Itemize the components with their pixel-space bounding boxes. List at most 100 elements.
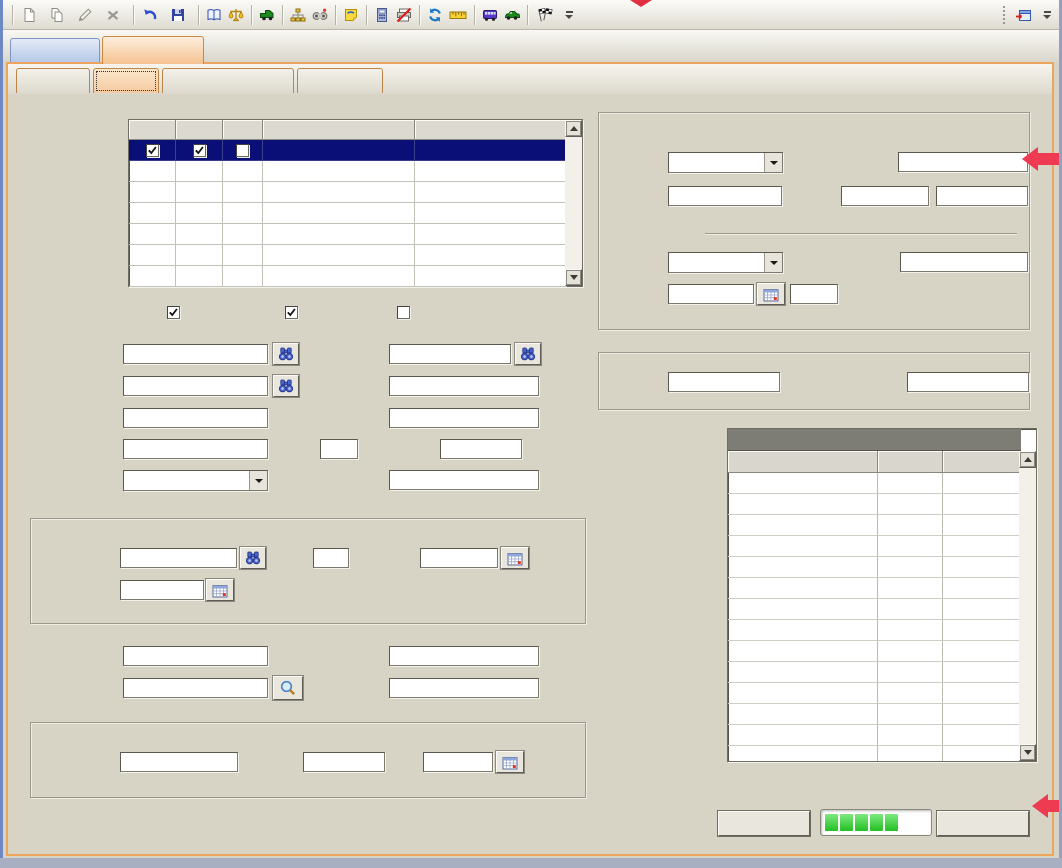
city-input[interactable] bbox=[123, 439, 268, 459]
insurance-exp-input[interactable] bbox=[423, 752, 493, 772]
state-input[interactable] bbox=[320, 439, 358, 459]
flight-amount-input[interactable] bbox=[790, 284, 838, 304]
col-last-name[interactable] bbox=[263, 120, 415, 140]
col-driver[interactable] bbox=[176, 120, 223, 140]
col-first-name[interactable] bbox=[415, 120, 567, 140]
find-last-name-button[interactable] bbox=[273, 375, 299, 397]
grid-row-empty[interactable] bbox=[129, 182, 582, 203]
find-vip-button[interactable] bbox=[515, 343, 541, 365]
employer-search-button[interactable] bbox=[273, 676, 303, 700]
col-rate[interactable] bbox=[878, 451, 943, 473]
chevron-down-icon[interactable] bbox=[764, 153, 782, 172]
driver-checkbox[interactable] bbox=[285, 306, 304, 319]
chevron-down-icon[interactable] bbox=[249, 471, 267, 490]
grid-row-empty[interactable] bbox=[129, 245, 582, 266]
promo-input[interactable] bbox=[668, 186, 782, 206]
tab-extensions[interactable] bbox=[297, 68, 383, 93]
email-input[interactable] bbox=[389, 470, 539, 490]
grid-scrollbar[interactable] bbox=[565, 120, 582, 286]
insurance-co-input[interactable] bbox=[120, 752, 238, 772]
cell-addl-checkbox[interactable] bbox=[223, 140, 263, 161]
home-phone-input[interactable] bbox=[123, 344, 268, 364]
edit-button[interactable] bbox=[73, 5, 101, 25]
undo-button[interactable] bbox=[138, 5, 166, 25]
insurance-exp-calendar-button[interactable] bbox=[496, 751, 524, 773]
ssn-input[interactable] bbox=[907, 372, 1029, 392]
address-input[interactable] bbox=[123, 408, 268, 428]
local-address-input[interactable] bbox=[123, 646, 268, 666]
grid-row-empty[interactable] bbox=[129, 266, 582, 287]
find-dl-button[interactable] bbox=[240, 547, 266, 569]
first-name-input[interactable] bbox=[389, 376, 539, 396]
copy-button[interactable] bbox=[45, 5, 73, 25]
tab-drivers[interactable] bbox=[93, 68, 159, 93]
scroll-up-button[interactable] bbox=[565, 120, 582, 137]
save-button[interactable] bbox=[166, 5, 194, 25]
col-renter[interactable] bbox=[129, 120, 176, 140]
scroll-down-button[interactable] bbox=[1019, 744, 1036, 761]
next-button[interactable] bbox=[937, 811, 1029, 836]
policy-input[interactable] bbox=[303, 752, 385, 772]
vip-input[interactable] bbox=[389, 344, 511, 364]
cell-renter-checkbox[interactable] bbox=[129, 140, 176, 161]
delete-button[interactable] bbox=[101, 5, 129, 25]
tab-charges-payments[interactable] bbox=[162, 68, 294, 93]
ruler-button[interactable] bbox=[446, 5, 470, 25]
last-name-input[interactable] bbox=[123, 376, 268, 396]
car-button[interactable] bbox=[501, 5, 523, 25]
truck-button[interactable] bbox=[256, 5, 278, 25]
scroll-down-button[interactable] bbox=[565, 269, 582, 286]
bus-button[interactable] bbox=[479, 5, 501, 25]
grid-row-empty[interactable] bbox=[129, 161, 582, 182]
finish-button[interactable] bbox=[532, 5, 562, 25]
passport-input[interactable] bbox=[668, 372, 780, 392]
address2-input[interactable] bbox=[389, 408, 539, 428]
cell-driver-checkbox[interactable] bbox=[176, 140, 223, 161]
account-input[interactable] bbox=[898, 152, 1028, 172]
flight-input[interactable] bbox=[900, 252, 1028, 272]
refresh-button[interactable] bbox=[424, 5, 446, 25]
bonus1-input[interactable] bbox=[841, 186, 929, 206]
addl-driver-checkbox[interactable] bbox=[397, 306, 416, 319]
logout-button[interactable] bbox=[1011, 5, 1040, 25]
dl-state-input[interactable] bbox=[313, 548, 349, 568]
carrier-select[interactable] bbox=[668, 152, 783, 173]
exp-date-calendar-button[interactable] bbox=[501, 547, 529, 569]
airline-select[interactable] bbox=[668, 252, 783, 273]
grid-row-selected[interactable] bbox=[129, 140, 582, 161]
controller-button[interactable] bbox=[309, 5, 331, 25]
flight-date-input[interactable] bbox=[668, 284, 754, 304]
new-button[interactable] bbox=[17, 5, 45, 25]
scales-button[interactable] bbox=[225, 5, 247, 25]
dob-calendar-button[interactable] bbox=[206, 579, 234, 601]
country-select[interactable] bbox=[123, 470, 268, 491]
scroll-up-button[interactable] bbox=[1019, 451, 1036, 468]
toolbar-overflow-button[interactable] bbox=[562, 4, 576, 25]
chevron-down-icon[interactable] bbox=[764, 253, 782, 272]
renter-checkbox[interactable] bbox=[167, 306, 186, 319]
no-print-button[interactable] bbox=[393, 5, 415, 25]
grid-row-empty[interactable] bbox=[129, 203, 582, 224]
work-phone-input[interactable] bbox=[389, 678, 539, 698]
toolbar-overflow-button-right[interactable] bbox=[1040, 4, 1054, 25]
tab-summary[interactable] bbox=[16, 68, 90, 93]
dob-input[interactable] bbox=[120, 580, 204, 600]
exp-date-input[interactable] bbox=[420, 548, 498, 568]
zip-input[interactable] bbox=[440, 439, 522, 459]
hierarchy-button[interactable] bbox=[287, 5, 309, 25]
calculator-button[interactable] bbox=[371, 5, 393, 25]
tab-dashboard[interactable] bbox=[10, 38, 100, 62]
book-button[interactable] bbox=[203, 5, 225, 25]
local-phone-input[interactable] bbox=[389, 646, 539, 666]
dl-input[interactable] bbox=[120, 548, 237, 568]
bonus2-input[interactable] bbox=[936, 186, 1028, 206]
tab-checkout[interactable] bbox=[102, 36, 204, 64]
grid-row-empty[interactable] bbox=[129, 224, 582, 245]
employer-input[interactable] bbox=[123, 678, 268, 698]
charge-summary-scrollbar[interactable] bbox=[1019, 451, 1036, 761]
note-button[interactable] bbox=[340, 5, 362, 25]
col-description[interactable] bbox=[728, 451, 878, 473]
find-home-phone-button[interactable] bbox=[273, 343, 299, 365]
col-amount[interactable] bbox=[943, 451, 1021, 473]
back-button[interactable] bbox=[718, 811, 810, 836]
